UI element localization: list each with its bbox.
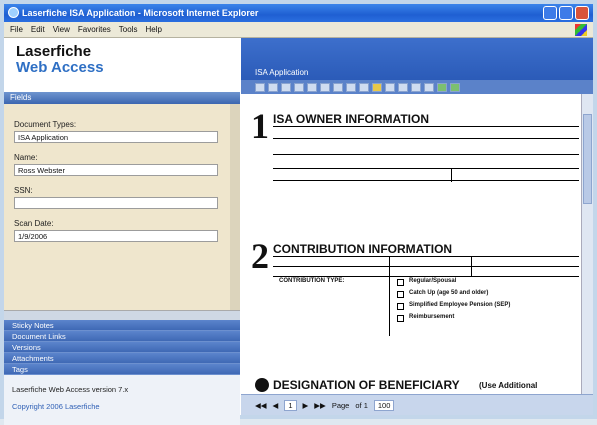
page-label: Page — [331, 400, 350, 410]
menu-bar: File Edit View Favorites Tools Help — [4, 22, 593, 38]
last-page-icon[interactable]: ▶▶ — [314, 401, 326, 410]
windows-logo-icon — [575, 24, 587, 36]
option-sep: Simplified Employee Pension (SEP) — [409, 302, 511, 308]
scrollbar-thumb[interactable] — [583, 114, 592, 204]
menu-tools[interactable]: Tools — [119, 25, 138, 34]
menu-file[interactable]: File — [10, 25, 23, 34]
menu-view[interactable]: View — [53, 25, 70, 34]
ssn-label: SSN: — [14, 186, 33, 195]
version-text: Laserfiche Web Access version 7.x — [12, 385, 129, 394]
back-arrow-icon[interactable] — [437, 82, 447, 92]
copyright-link[interactable]: Copyright 2006 Laserfiche — [12, 402, 232, 411]
fields-panel: Document Types: ISA Application Name: Ro… — [4, 104, 240, 310]
document-type-label: Document Types: — [14, 120, 77, 129]
menu-favorites[interactable]: Favorites — [78, 25, 111, 34]
first-page-icon[interactable]: ◀◀ — [255, 401, 267, 410]
pan-icon[interactable] — [359, 82, 369, 92]
checkbox-sep[interactable] — [397, 303, 404, 310]
checkbox-reimbursement[interactable] — [397, 315, 404, 322]
viewer-toolbar — [241, 80, 593, 94]
name-field[interactable]: Ross Webster — [14, 164, 218, 176]
option-catch-up: Catch Up (age 50 and older) — [409, 290, 489, 296]
text-icon[interactable] — [424, 82, 434, 92]
panel-sections: Sticky Notes Document Links Versions Att… — [4, 320, 240, 375]
scan-date-field[interactable]: 1/9/2006 — [14, 230, 218, 242]
page-count: of 1 — [355, 400, 368, 410]
nav-versions[interactable]: Versions — [4, 342, 240, 353]
section-isa-owner: 1 ISA OWNER INFORMATION — [251, 108, 579, 208]
section-contribution: 2 CONTRIBUTION INFORMATION CONTRIBUTION … — [251, 238, 579, 338]
title-bar: Laserfiche ISA Application - Microsoft I… — [4, 4, 593, 22]
fields-header[interactable]: Fields — [4, 92, 240, 104]
zoom-in-icon[interactable] — [294, 82, 304, 92]
sticky-note-icon[interactable] — [398, 82, 408, 92]
next-page-icon[interactable]: ▶ — [303, 401, 309, 410]
nav-sticky-notes[interactable]: Sticky Notes — [4, 320, 240, 331]
fit-page-icon[interactable] — [320, 82, 330, 92]
scan-date-label: Scan Date: — [14, 219, 54, 228]
forward-arrow-icon[interactable] — [450, 82, 460, 92]
section-note: (Use Additional — [479, 381, 538, 390]
maximize-button[interactable] — [559, 6, 573, 20]
document-type-field[interactable]: ISA Application — [14, 131, 218, 143]
left-panel: Laserfiche Web Access Fields Document Ty… — [4, 38, 240, 425]
fields-horizontal-scrollbar[interactable] — [4, 310, 240, 320]
laserfiche-logo: Laserfiche Web Access — [4, 38, 240, 92]
nav-tags[interactable]: Tags — [4, 364, 240, 375]
option-regular: Regular/Spousal — [409, 278, 457, 284]
document-viewer: ISA Application 1 ISA OWNER INFORMATION — [241, 38, 593, 415]
page-input[interactable]: 1 — [284, 399, 297, 411]
checkbox-regular[interactable] — [397, 279, 404, 286]
save-icon[interactable] — [255, 82, 265, 92]
close-button[interactable] — [575, 6, 589, 20]
print-icon[interactable] — [268, 82, 278, 92]
document-title: ISA Application — [255, 68, 309, 77]
footer: Laserfiche Web Access version 7.x Copyri… — [4, 375, 240, 425]
prev-page-icon[interactable]: ◀ — [273, 401, 279, 410]
nav-document-links[interactable]: Document Links — [4, 331, 240, 342]
select-icon[interactable] — [346, 82, 356, 92]
document-page: 1 ISA OWNER INFORMATION 2 CONTRIBUTION I… — [241, 94, 581, 394]
minimize-button[interactable] — [543, 6, 557, 20]
rotate-icon[interactable] — [333, 82, 343, 92]
highlight-icon[interactable] — [372, 82, 382, 92]
zoom-input[interactable]: 100 — [373, 399, 395, 411]
menu-edit[interactable]: Edit — [31, 25, 45, 34]
section-title: ISA OWNER INFORMATION — [273, 112, 429, 126]
ssn-field[interactable] — [14, 197, 218, 209]
nav-attachments[interactable]: Attachments — [4, 353, 240, 364]
menu-help[interactable]: Help — [145, 25, 161, 34]
section-number: 2 — [251, 236, 269, 276]
redact-icon[interactable] — [385, 82, 395, 92]
section-number: 1 — [251, 106, 269, 146]
checkbox-catch-up[interactable] — [397, 291, 404, 298]
email-icon[interactable] — [281, 82, 291, 92]
page-vertical-scrollbar[interactable] — [581, 94, 593, 394]
stamp-icon[interactable] — [411, 82, 421, 92]
window-title: Laserfiche ISA Application - Microsoft I… — [22, 8, 259, 18]
viewer-status-bar: ◀◀ ◀ 1 ▶ ▶▶ Page of 1 100 — [241, 394, 593, 415]
zoom-out-icon[interactable] — [307, 82, 317, 92]
name-label: Name: — [14, 153, 38, 162]
viewer-header: ISA Application — [241, 38, 593, 80]
option-reimbursement: Reimbursement — [409, 314, 455, 320]
section-title: CONTRIBUTION INFORMATION — [273, 242, 453, 256]
contribution-type-label: CONTRIBUTION TYPE: — [279, 278, 345, 284]
internet-explorer-icon — [8, 7, 19, 18]
section-title: DESIGNATION OF BENEFICIARY — [273, 378, 460, 392]
section-arrow-icon — [255, 378, 269, 392]
section-beneficiary: DESIGNATION OF BENEFICIARY (Use Addition… — [251, 374, 579, 394]
